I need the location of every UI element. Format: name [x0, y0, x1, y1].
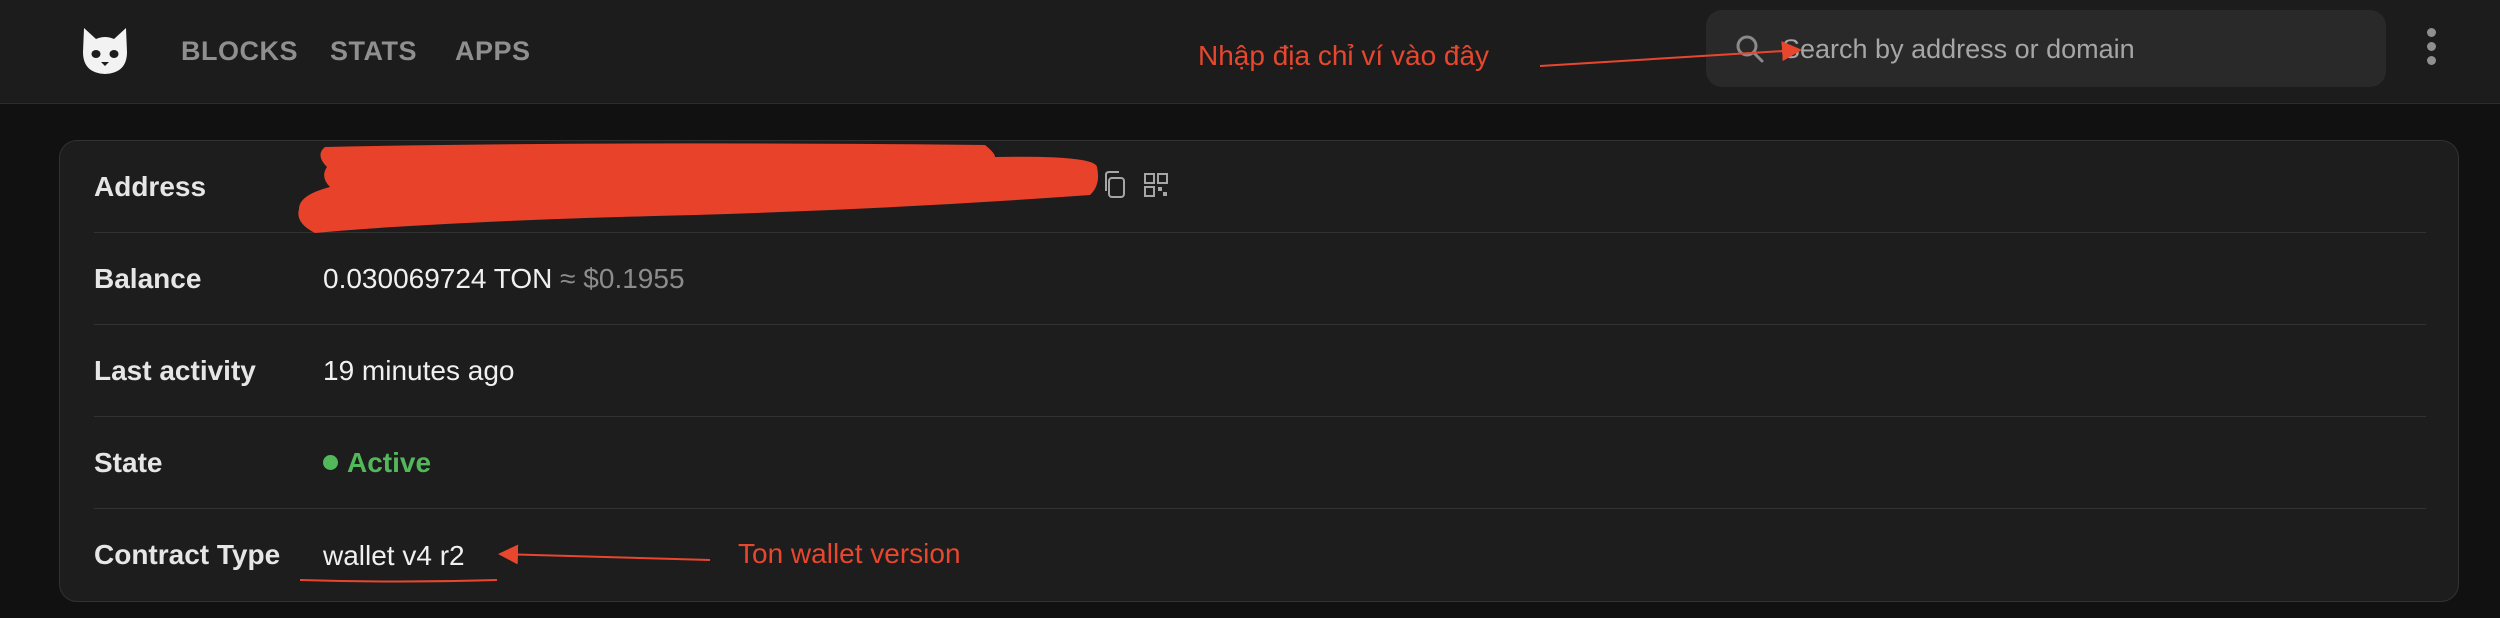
state-active-text: Active [347, 447, 432, 478]
row-last-activity: Last activity 19 minutes ago [94, 325, 2426, 417]
qr-code-icon[interactable] [1143, 172, 1169, 198]
contract-type-label: Contract Type [94, 539, 281, 570]
nav-stats[interactable]: STATS [330, 34, 417, 68]
balance-amount: 0.030069724 TON [323, 263, 553, 294]
active-status-dot [323, 455, 338, 470]
nav-blocks[interactable]: BLOCKS [181, 34, 298, 68]
search-annotation: Nhập địa chỉ ví vào đây [1198, 40, 1490, 71]
balance-usd: ≈ $0.1955 [560, 263, 685, 294]
search-input[interactable] [1782, 30, 2362, 68]
explorer-page: BLOCKS STATS APPS Nhập địa chỉ ví vào đâ… [0, 0, 2500, 618]
version-annotation: Ton wallet version [738, 538, 961, 569]
contract-type-value: wallet v4 r2 [323, 540, 465, 571]
balance-label: Balance [94, 263, 202, 294]
row-state: State Active [94, 417, 2426, 509]
last-activity-value: 19 minutes ago [323, 355, 515, 386]
row-contract-type: Contract Type wallet v4 r2 [94, 509, 2426, 601]
search-box[interactable] [1706, 10, 2386, 87]
cat-logo-icon[interactable] [78, 24, 132, 78]
row-balance: Balance 0.030069724 TON ≈ $0.1955 [94, 233, 2426, 325]
last-activity-label: Last activity [94, 355, 256, 386]
address-redaction [298, 143, 1099, 233]
copy-icon[interactable] [1102, 170, 1128, 200]
address-label: Address [94, 171, 207, 202]
balance-value: 0.030069724 TON ≈ $0.1955 [323, 262, 685, 296]
nav-apps[interactable]: APPS [455, 34, 531, 68]
state-value: Active [323, 446, 431, 480]
more-menu-icon[interactable] [2422, 28, 2440, 68]
search-icon [1736, 35, 1764, 63]
state-label: State [94, 447, 163, 478]
